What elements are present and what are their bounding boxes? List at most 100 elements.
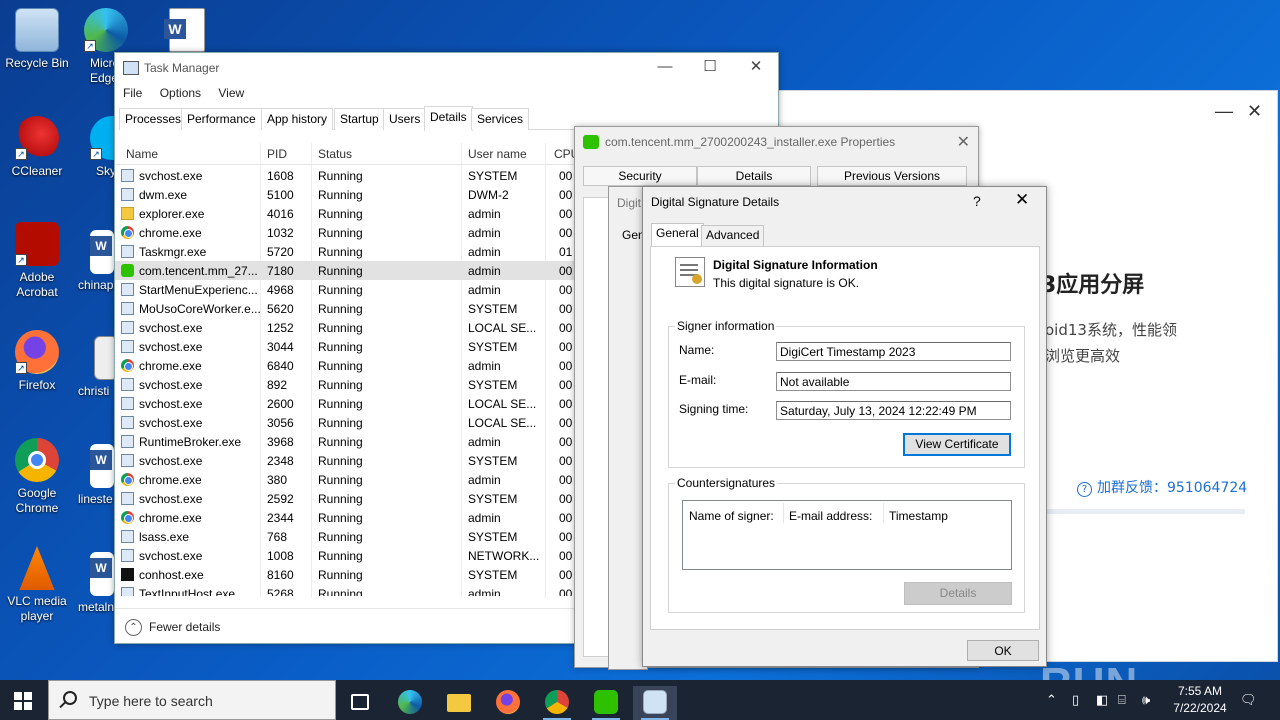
maximize-button[interactable]: ☐ [695,57,725,79]
table-row[interactable]: svchost.exe 1008 Running NETWORK... 00 [115,546,575,565]
tab-advanced[interactable]: Advanced [701,225,765,246]
process-user: admin [468,283,501,297]
column-user-name[interactable]: User name [468,147,527,161]
taskbar-edge[interactable] [388,686,432,720]
desktop-icon-vlc[interactable]: VLC media player [0,546,74,624]
desktop-icon-metaln[interactable]: W metaln [76,552,116,622]
tab-security[interactable]: Security [583,166,697,186]
desktop-icon-skype[interactable]: ↗ Skype [76,116,116,186]
taskbar-wechat[interactable] [584,686,628,720]
table-row[interactable]: StartMenuExperienc... 4968 Running admin 00 [115,280,575,299]
signing-time-field[interactable]: Saturday, July 13, 2024 12:22:49 PM [776,401,1011,420]
taskbar-task-manager[interactable] [633,686,677,720]
column-name-of-signer[interactable]: Name of signer: [689,509,774,523]
table-row[interactable]: svchost.exe 3044 Running SYSTEM 00 [115,337,575,356]
table-row[interactable]: chrome.exe 380 Running admin 00 [115,470,575,489]
table-row[interactable]: RuntimeBroker.exe 3968 Running admin 00 [115,432,575,451]
skype-icon: ↗ [90,116,116,160]
desktop-icon-recycle-bin[interactable]: Recycle Bin [0,8,74,71]
fewer-details-link[interactable]: Fewer details [149,620,220,634]
table-row[interactable]: conhost.exe 8160 Running SYSTEM 00 [115,565,575,584]
close-button[interactable]: ✕ [1015,190,1029,210]
menu-options[interactable]: Options [160,86,201,100]
network-icon[interactable]: ⌸ [1118,692,1126,708]
notifications-icon[interactable]: 🗨 [1240,692,1257,708]
battery-icon[interactable]: ▯ [1072,692,1079,708]
process-name: svchost.exe [139,340,203,354]
meet-now-icon[interactable]: ◧ [1096,692,1108,708]
tab-startup[interactable]: Startup [334,108,385,130]
taskbar-file-explorer[interactable] [437,686,481,720]
system-clock[interactable]: 7:55 AM 7/22/2024 [1160,683,1240,717]
table-row[interactable]: chrome.exe 1032 Running admin 00 [115,223,575,242]
column-pid[interactable]: PID [267,147,287,161]
desktop-icon-lineste[interactable]: W lineste [76,444,116,514]
table-row[interactable]: svchost.exe 2348 Running SYSTEM 00 [115,451,575,470]
taskbar-search-box[interactable]: Type here to search [48,680,336,720]
table-row[interactable]: com.tencent.mm_27... 7180 Running admin 00 [115,261,575,280]
desktop-icon-firefox[interactable]: ↗ Firefox [0,330,74,393]
view-certificate-button[interactable]: View Certificate [903,433,1011,456]
desktop-icon-chrome[interactable]: Google Chrome [0,438,74,516]
menu-view[interactable]: View [218,86,244,100]
table-row[interactable]: Taskmgr.exe 5720 Running admin 01 [115,242,575,261]
table-row[interactable]: chrome.exe 6840 Running admin 00 [115,356,575,375]
close-button[interactable]: ✕ [957,132,970,152]
task-view-button[interactable] [338,686,382,720]
countersignatures-list[interactable]: Name of signer: E-mail address: Timestam… [682,500,1012,570]
desktop-icon-chinap[interactable]: W chinap [76,230,116,300]
task-manager-icon [643,690,667,714]
volume-icon[interactable]: 🕪 [1142,692,1150,708]
tab-details[interactable]: Details [697,166,811,186]
details-button[interactable]: Details [904,582,1012,605]
tab-services[interactable]: Services [471,108,530,130]
desktop-icon-acrobat[interactable]: ↗ Adobe Acrobat [0,222,74,300]
column-name[interactable]: Name [126,147,158,161]
help-button[interactable]: ? [973,193,981,209]
table-row[interactable]: svchost.exe 892 Running SYSTEM 00 [115,375,575,394]
menu-file[interactable]: File [123,86,142,100]
desktop-icon-ccleaner[interactable]: ↗ CCleaner [0,116,74,179]
process-status: Running [318,302,363,316]
table-row[interactable]: lsass.exe 768 Running SYSTEM 00 [115,527,575,546]
table-row[interactable]: MoUsoCoreWorker.e... 5620 Running SYSTEM 00 [115,299,575,318]
tab-app-history[interactable]: App history [261,108,334,130]
close-button[interactable]: ✕ [1247,101,1262,122]
table-row[interactable]: chrome.exe 2344 Running admin 00 [115,508,575,527]
process-cpu: 00 [559,378,573,392]
tab-users[interactable]: Users [383,108,427,130]
column-email-address[interactable]: E-mail address: [789,509,872,523]
tab-general[interactable]: General [651,223,704,247]
table-row[interactable]: svchost.exe 2592 Running SYSTEM 00 [115,489,575,508]
table-row[interactable]: TextInputHost.exe 5268 Running admin 00 [115,584,575,596]
dialog-title: com.tencent.mm_2700200243_installer.exe … [605,135,896,149]
feedback-link[interactable]: ? 加群反馈：951064724 [1077,477,1247,497]
windows-start-button[interactable] [14,692,32,710]
desktop-icon-word-doc[interactable]: W [150,8,224,56]
ok-button[interactable]: OK [967,640,1039,661]
taskbar-firefox[interactable] [486,686,530,720]
minimize-button[interactable]: — [650,57,680,79]
column-status[interactable]: Status [318,147,352,161]
name-field[interactable]: DigiCert Timestamp 2023 [776,342,1011,361]
minimize-button[interactable]: — [1215,101,1233,122]
tab-details[interactable]: Details [424,106,473,131]
table-row[interactable]: svchost.exe 1608 Running SYSTEM 00 [115,166,575,185]
table-row[interactable]: svchost.exe 1252 Running LOCAL SE... 00 [115,318,575,337]
table-row[interactable]: svchost.exe 3056 Running LOCAL SE... 00 [115,413,575,432]
tab-performance[interactable]: Performance [181,108,262,130]
desktop-icon-christi[interactable]: christi [76,336,116,406]
table-row[interactable]: svchost.exe 2600 Running LOCAL SE... 00 [115,394,575,413]
column-timestamp[interactable]: Timestamp [889,509,948,523]
table-row[interactable]: dwm.exe 5100 Running DWM-2 00 [115,185,575,204]
close-button[interactable]: ✕ [741,57,771,79]
tab-processes[interactable]: Processes [119,108,188,130]
chevron-up-icon[interactable]: ⌃ [125,619,142,636]
chevron-up-icon[interactable]: ⌃ [1046,692,1057,708]
taskbar-chrome[interactable] [535,686,579,720]
process-user: admin [468,226,501,240]
email-field[interactable]: Not available [776,372,1011,391]
tab-previous-versions[interactable]: Previous Versions [817,166,967,186]
table-row[interactable]: explorer.exe 4016 Running admin 00 [115,204,575,223]
process-user: NETWORK... [468,549,540,563]
